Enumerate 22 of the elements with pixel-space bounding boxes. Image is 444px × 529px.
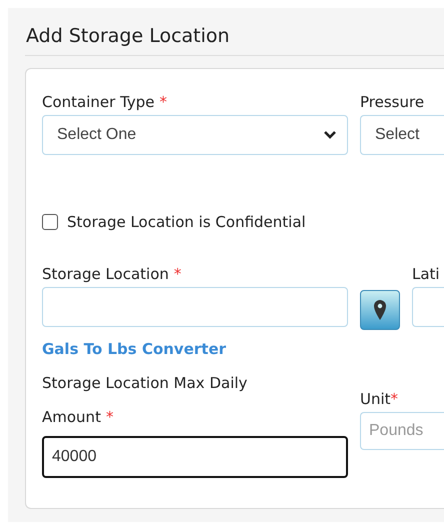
field-label: Container Type — [42, 93, 155, 111]
field-label: Storage Location Max Daily Amount * — [42, 373, 248, 428]
required-asterisk: * — [160, 93, 168, 111]
input-field[interactable]: 40000 — [42, 436, 348, 478]
chevron-down-icon — [323, 130, 337, 140]
required-asterisk: * — [390, 390, 398, 408]
field-label: Storage Location — [42, 265, 169, 283]
checkbox-label: Storage Location is Confidential — [67, 213, 306, 231]
input-field[interactable] — [42, 287, 348, 327]
input-field[interactable]: Pounds — [360, 412, 444, 450]
checkbox[interactable] — [42, 214, 58, 230]
panel-title: Add Storage Location — [26, 24, 231, 49]
field-label: Lati — [412, 265, 440, 283]
required-asterisk: * — [174, 265, 182, 283]
field-label: Pressure — [360, 93, 424, 111]
dropdown[interactable]: Select — [360, 115, 444, 155]
map-pin-icon — [373, 299, 387, 321]
input-field[interactable] — [412, 287, 444, 327]
field-label: Unit — [360, 390, 391, 408]
map-pin-button[interactable] — [360, 290, 400, 330]
dropdown[interactable]: Select One — [42, 115, 348, 155]
converter-link[interactable]: Gals To Lbs Converter — [42, 340, 226, 358]
